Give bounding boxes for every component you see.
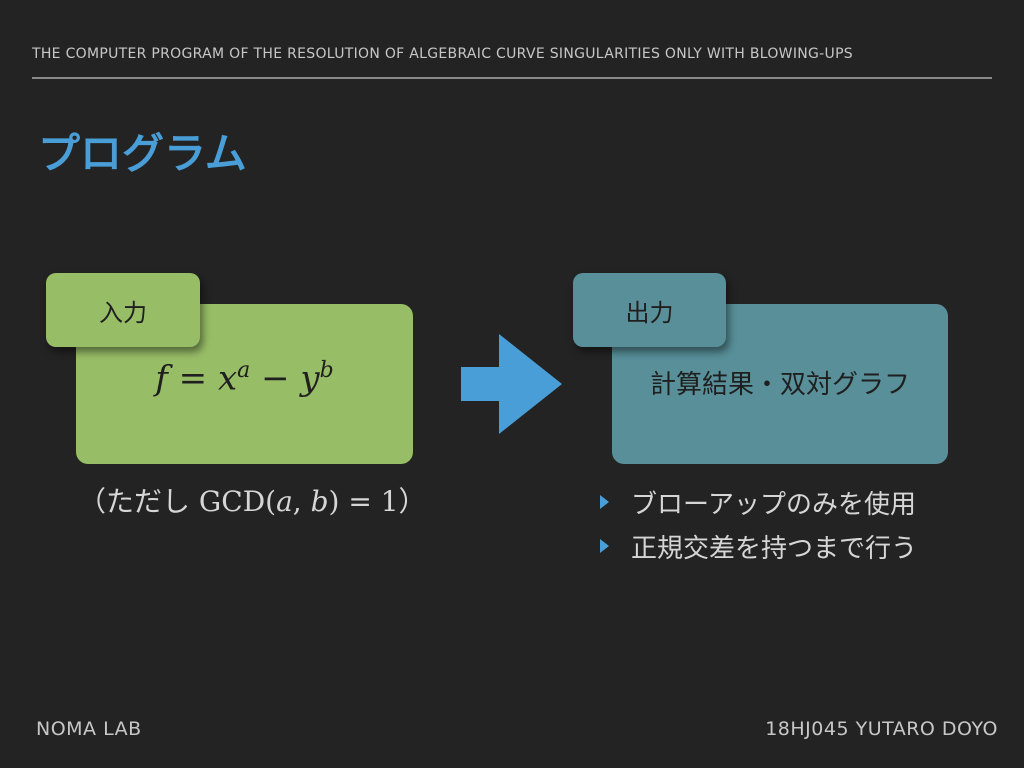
triangle-bullet-icon xyxy=(600,539,609,553)
note-suffix: ) = 1 xyxy=(328,485,399,518)
bullet-text: ブローアップのみを使用 xyxy=(631,489,916,520)
note-gcd: GCD( xyxy=(198,485,277,518)
header-divider xyxy=(32,77,992,79)
note-b: b xyxy=(310,485,329,518)
footer-lab-name: NOMA LAB xyxy=(36,718,142,740)
output-result-text: 計算結果・双対グラフ xyxy=(649,370,910,400)
formula-minus: − xyxy=(250,358,301,399)
note-close: ） xyxy=(398,485,427,518)
note-comma: , xyxy=(292,485,311,518)
formula-y: y xyxy=(300,358,320,399)
footer-author: 18HJ045 YUTARO DOYO xyxy=(765,718,998,740)
formula-x: x xyxy=(217,358,238,399)
bullet-item: ブローアップのみを使用 xyxy=(600,480,917,524)
note-prefix: （ただし xyxy=(78,485,199,518)
right-arrow-icon xyxy=(461,334,562,434)
input-formula: f = xa − yb xyxy=(76,358,413,398)
bullet-item: 正規交差を持つまで行う xyxy=(600,524,917,568)
bullet-text: 正規交差を持つまで行う xyxy=(631,533,918,564)
output-tab: 出力 xyxy=(573,273,726,347)
input-condition-note: （ただし GCD(a, b) = 1） xyxy=(78,480,427,520)
formula-exponent-a: a xyxy=(237,358,251,383)
formula-exponent-b: b xyxy=(319,358,334,383)
output-bullet-list: ブローアップのみを使用 正規交差を持つまで行う xyxy=(600,480,917,568)
formula-f: f xyxy=(155,358,168,399)
slide-title: プログラム xyxy=(38,129,247,178)
note-a: a xyxy=(276,485,293,518)
formula-equals: = xyxy=(167,358,218,399)
input-tab: 入力 xyxy=(46,273,200,347)
triangle-bullet-icon xyxy=(600,495,609,509)
slide-header: THE COMPUTER PROGRAM OF THE RESOLUTION O… xyxy=(32,46,853,62)
